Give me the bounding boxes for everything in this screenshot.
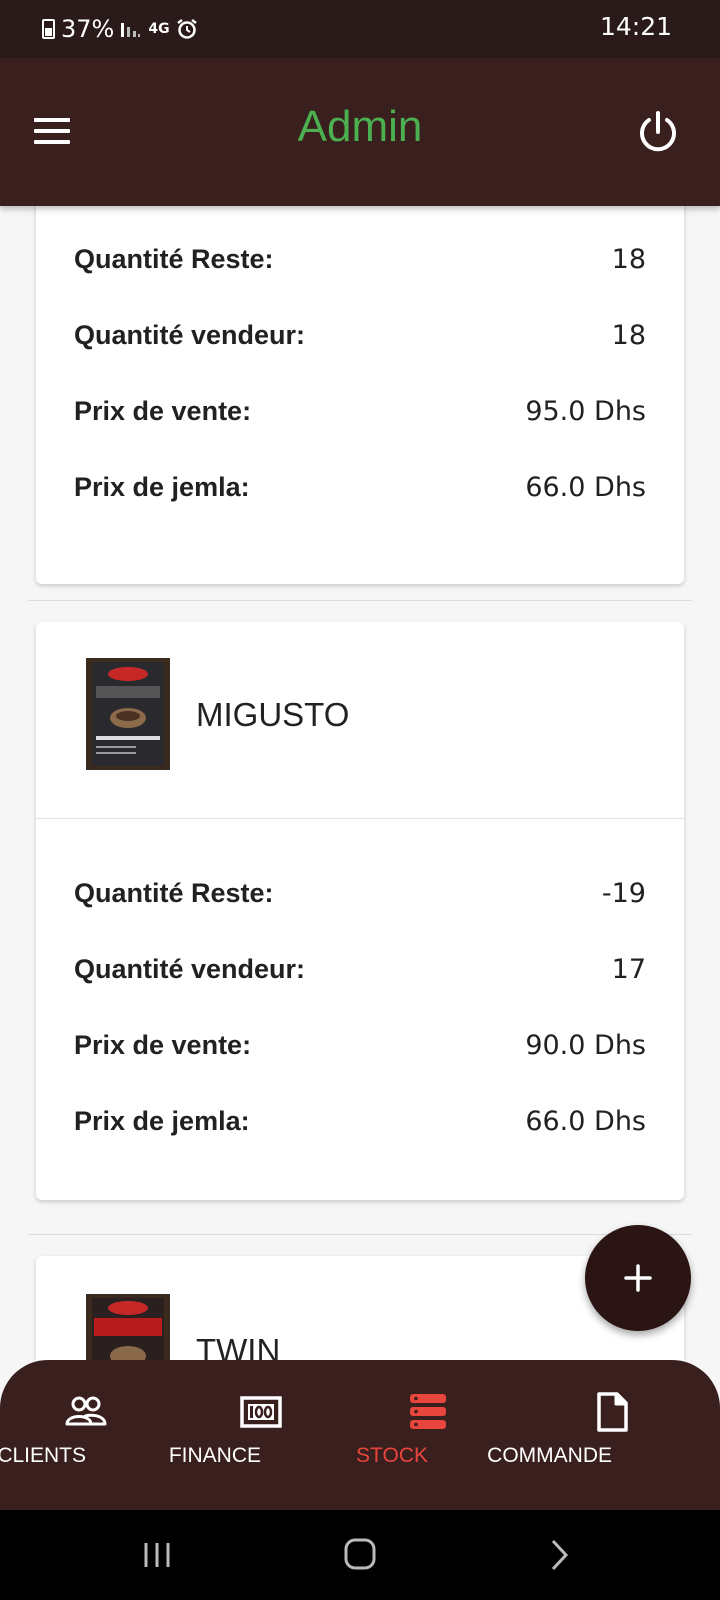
detail-row: Quantité Reste: -19 — [74, 878, 646, 909]
detail-label: Quantité vendeur: — [74, 320, 306, 350]
app-bar: Admin — [0, 58, 720, 206]
detail-row: Prix de jemla: 66.0 Dhs — [74, 1106, 646, 1137]
bottom-nav: CLIENTS FINANCE STOCK COMMANDE — [0, 1360, 720, 1510]
detail-row: Quantité vendeur: 18 — [74, 320, 646, 351]
detail-value: 17 — [611, 954, 646, 985]
stock-list[interactable]: Quantité Reste: 18 Quantité vendeur: 18 … — [0, 206, 720, 1360]
recent-apps-icon[interactable] — [140, 1538, 174, 1572]
detail-row: Quantité vendeur: 17 — [74, 954, 646, 985]
detail-value: 66.0 Dhs — [525, 472, 646, 503]
clock: 14:21 — [599, 12, 672, 41]
detail-row: Prix de vente: 90.0 Dhs — [74, 1030, 646, 1061]
product-name: MIGUSTO — [196, 696, 350, 733]
product-image — [86, 1294, 170, 1360]
battery-level: 37% — [61, 15, 115, 43]
detail-label: Quantité Reste: — [74, 244, 274, 274]
detail-label: Prix de jemla: — [74, 1106, 250, 1136]
nav-label: FINANCE — [168, 1444, 261, 1467]
product-card[interactable]: Quantité Reste: 18 Quantité vendeur: 18 … — [36, 206, 684, 584]
back-icon[interactable] — [546, 1538, 572, 1572]
product-card[interactable]: MIGUSTO Quantité Reste: -19 Quantité ven… — [36, 622, 684, 1200]
detail-value: 95.0 Dhs — [525, 396, 646, 427]
detail-value: 18 — [611, 244, 646, 275]
detail-value: 90.0 Dhs — [525, 1030, 646, 1061]
add-product-button[interactable] — [585, 1225, 691, 1331]
alarm-icon — [176, 19, 197, 39]
detail-label: Prix de vente: — [74, 396, 252, 426]
product-image — [86, 658, 170, 770]
finance-icon — [240, 1396, 282, 1428]
nav-label: STOCK — [356, 1444, 428, 1467]
battery-icon — [42, 19, 55, 39]
document-icon — [597, 1392, 628, 1432]
list-divider — [28, 1234, 692, 1235]
power-icon[interactable] — [634, 108, 682, 156]
status-left: 37% 4G — [42, 14, 198, 44]
detail-row: Quantité Reste: 18 — [74, 244, 646, 275]
detail-label: Prix de vente: — [74, 1030, 252, 1060]
status-bar: 37% 4G 14:21 — [0, 0, 720, 58]
detail-label: Quantité vendeur: — [74, 954, 306, 984]
system-nav-bar — [0, 1510, 720, 1600]
detail-value: 18 — [611, 320, 646, 351]
home-icon[interactable] — [342, 1536, 378, 1572]
detail-label: Quantité Reste: — [74, 878, 274, 908]
detail-value: -19 — [601, 878, 646, 909]
signal-icon — [121, 23, 141, 37]
list-divider — [28, 600, 692, 601]
detail-row: Prix de jemla: 66.0 Dhs — [74, 472, 646, 503]
plus-icon — [624, 1264, 652, 1292]
users-icon — [65, 1396, 107, 1426]
stock-icon — [410, 1394, 446, 1429]
detail-label: Prix de jemla: — [74, 472, 250, 502]
nav-label: CLIENTS — [0, 1444, 86, 1467]
product-name: TWIN — [196, 1332, 281, 1360]
detail-value: 66.0 Dhs — [525, 1106, 646, 1137]
network-type: 4G — [148, 21, 170, 37]
page-title: Admin — [297, 102, 423, 151]
card-divider — [36, 818, 684, 819]
nav-label: COMMANDE — [487, 1444, 612, 1467]
detail-row: Prix de vente: 95.0 Dhs — [74, 396, 646, 427]
